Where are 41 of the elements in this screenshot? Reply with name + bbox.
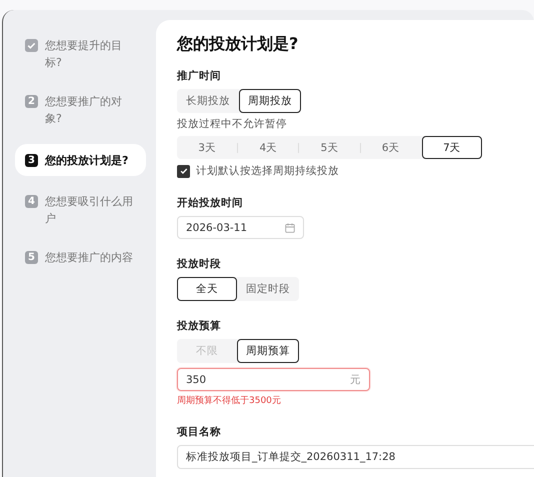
field-label: 开始投放时间 — [177, 196, 244, 210]
field-label: 投放时段 — [177, 257, 222, 271]
calendar-icon — [285, 222, 295, 232]
field-label: 项目名称 — [177, 425, 222, 439]
field-label: 推广时间 — [177, 69, 222, 83]
segment-option[interactable]: 周期投放 — [239, 89, 301, 113]
project-name-field[interactable]: 标准投放项目_订单提交_20260311_17:28 — [177, 445, 534, 469]
day-option[interactable]: 6天 — [360, 136, 421, 159]
page-title: 您的投放计划是? — [177, 34, 300, 55]
step-item[interactable]: 5 您想要推广的内容 — [15, 244, 146, 284]
step-item[interactable]: 您想要提升的目标? — [15, 32, 146, 76]
step-label: 您想要推广的内容 — [45, 250, 134, 266]
error-message: 周期预算不得低于3500元 — [177, 394, 282, 407]
budget-field[interactable]: 350 元 — [177, 368, 370, 391]
step-item[interactable]: 3 您的投放计划是? — [15, 144, 146, 176]
day-option[interactable]: 3天 — [177, 136, 238, 159]
check-icon — [25, 39, 38, 52]
step-label: 您的投放计划是? — [45, 152, 130, 168]
day-option[interactable]: 5天 — [299, 136, 360, 159]
step-label: 您想要提升的目标? — [45, 38, 123, 71]
date-field[interactable]: 2026-03-11 — [177, 216, 304, 239]
checkbox-label: 计划默认按选择周期持续投放 — [196, 164, 339, 178]
unit-label: 元 — [350, 372, 361, 386]
step-number: 3 — [25, 154, 38, 166]
step-number: 5 — [25, 251, 38, 264]
day-option[interactable]: 7天 — [422, 136, 482, 159]
segment-option[interactable]: 周期预算 — [237, 339, 299, 363]
step-item[interactable]: 4 您想要吸引什么用户 — [15, 188, 146, 232]
segment-option[interactable]: 固定时段 — [237, 277, 299, 301]
step-number: 4 — [25, 195, 38, 208]
step-label: 您想要推广的对象? — [45, 94, 123, 127]
step-number: 2 — [25, 95, 38, 108]
hint-text: 投放过程中不允许暂停 — [177, 117, 288, 131]
field-label: 投放预算 — [177, 319, 222, 333]
checkbox[interactable] — [177, 164, 190, 178]
segment-option[interactable]: 全天 — [177, 277, 237, 301]
check-icon — [178, 166, 188, 176]
step-label: 您想要吸引什么用户 — [45, 194, 134, 227]
day-option[interactable]: 4天 — [238, 136, 298, 159]
step-item[interactable]: 2 您想要推广的对象? — [15, 88, 146, 132]
segment-option[interactable]: 长期投放 — [177, 89, 239, 113]
